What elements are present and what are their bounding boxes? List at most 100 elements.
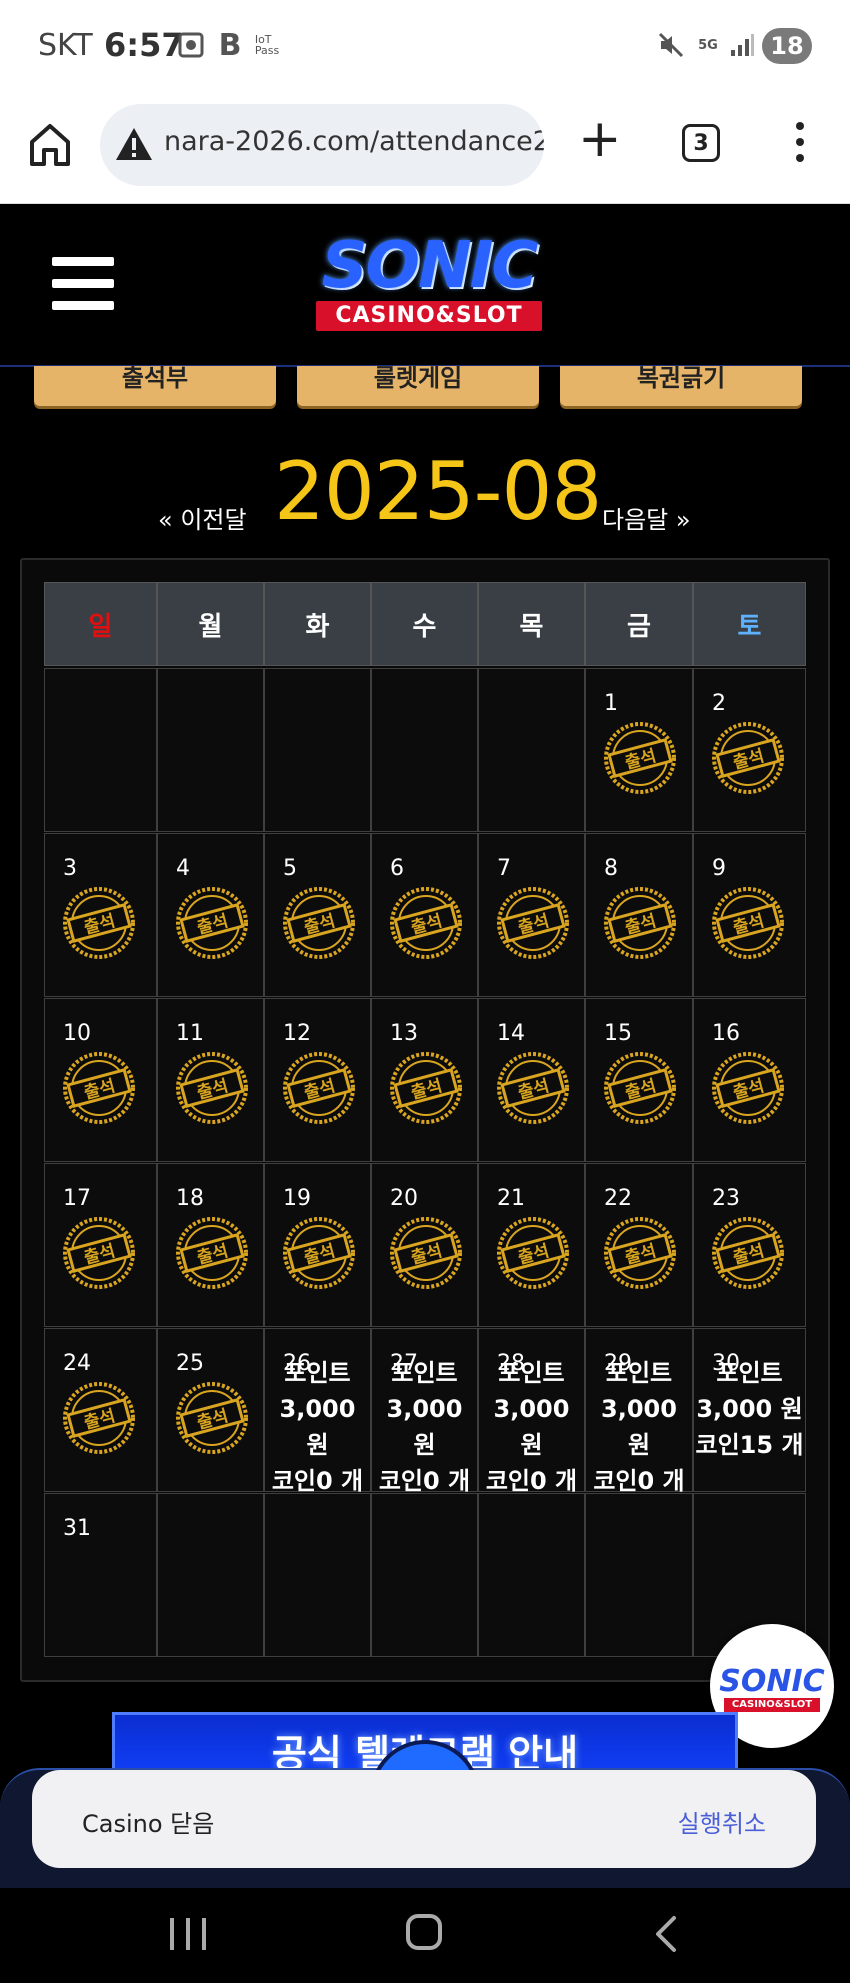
attendance-stamp-icon: 출석 (173, 1214, 251, 1292)
day-number: 24 (63, 1351, 91, 1376)
calendar-day-1[interactable]: 1 출석 (585, 668, 693, 832)
snackbar-message: Casino 닫음 (82, 1810, 215, 1838)
day-number: 21 (497, 1186, 525, 1211)
tab-roulette[interactable]: 룰렛게임 (297, 366, 539, 406)
calendar-day-30[interactable]: 30 포인트 3,000 원 코인15 개 (693, 1328, 806, 1492)
back-icon[interactable] (652, 1914, 678, 1954)
calendar-day-13[interactable]: 13 출석 (371, 998, 478, 1162)
mute-icon (656, 30, 686, 60)
calendar-day-26[interactable]: 26 포인트 3,000 원 코인0 개 (264, 1328, 371, 1495)
attendance-stamp-icon: 출석 (601, 719, 679, 797)
calendar-day-19[interactable]: 19 출석 (264, 1163, 371, 1327)
attendance-stamp-icon: 출석 (494, 1049, 572, 1127)
day-number: 2 (712, 691, 726, 716)
calendar-day-9[interactable]: 9 출석 (693, 833, 806, 997)
address-bar[interactable]: nara-2026.com/attendance2.a (100, 104, 544, 186)
calendar-day-22[interactable]: 22 출석 (585, 1163, 693, 1327)
day-number: 17 (63, 1186, 91, 1211)
calendar-day-4[interactable]: 4 출석 (157, 833, 264, 997)
hamburger-menu-icon[interactable] (52, 257, 114, 311)
home-icon[interactable] (28, 120, 72, 168)
calendar-day-5[interactable]: 5 출석 (264, 833, 371, 997)
logo-sub-text: CASINO&SLOT (316, 301, 542, 331)
day-number: 8 (604, 856, 618, 881)
day-number: 6 (390, 856, 404, 881)
day-number: 12 (283, 1021, 311, 1046)
new-tab-icon[interactable]: + (578, 113, 622, 166)
calendar-day-14[interactable]: 14 출석 (478, 998, 585, 1162)
reward-label: 포인트 (716, 1359, 783, 1387)
day-number: 10 (63, 1021, 91, 1046)
warning-icon[interactable] (114, 126, 154, 162)
network-type-icon: 5G (698, 37, 718, 53)
calendar-day-8[interactable]: 8 출석 (585, 833, 693, 997)
attendance-stamp-icon: 출석 (601, 1214, 679, 1292)
prev-month-link[interactable]: « 이전달 (158, 500, 247, 535)
calendar-day-10[interactable]: 10 출석 (44, 998, 157, 1162)
day-number: 15 (604, 1021, 632, 1046)
attendance-stamp-icon: 출석 (173, 1379, 251, 1457)
calendar-empty-cell (371, 668, 478, 832)
calendar-day-27[interactable]: 27 포인트 3,000 원 코인0 개 (371, 1328, 478, 1495)
tab-switcher-button[interactable]: 3 (682, 124, 720, 162)
calendar-day-12[interactable]: 12 출석 (264, 998, 371, 1162)
recent-apps-icon[interactable] (170, 1918, 206, 1950)
calendar-day-7[interactable]: 7 출석 (478, 833, 585, 997)
calendar-day-2[interactable]: 2 출석 (693, 668, 806, 832)
attendance-stamp-icon: 출석 (60, 884, 138, 962)
home-button-icon[interactable] (406, 1914, 442, 1950)
reward-points: 3,000 원 (601, 1395, 677, 1459)
calendar-day-21[interactable]: 21 출석 (478, 1163, 585, 1327)
undo-button[interactable]: 실행취소 (678, 1804, 766, 1839)
calendar-day-18[interactable]: 18 출석 (157, 1163, 264, 1327)
day-number: 3 (63, 856, 77, 881)
calendar-empty-cell (44, 668, 157, 832)
calendar-day-3[interactable]: 3 출석 (44, 833, 157, 997)
site-logo[interactable]: SONIC CASINO&SLOT (294, 229, 564, 339)
attendance-stamp-icon: 출석 (280, 884, 358, 962)
day-number: 13 (390, 1021, 418, 1046)
day-number: 16 (712, 1021, 740, 1046)
day-number: 11 (176, 1021, 204, 1046)
calendar-day-6[interactable]: 6 출석 (371, 833, 478, 997)
weekday-header: 토 (693, 582, 806, 666)
attendance-stamp-icon: 출석 (280, 1214, 358, 1292)
attendance-stamp-icon: 출석 (387, 1049, 465, 1127)
attendance-stamp-icon: 출석 (60, 1214, 138, 1292)
iot-pass-icon: IoT Pass (254, 33, 280, 57)
logo-main-text: SONIC (321, 229, 539, 303)
url-text[interactable]: nara-2026.com/attendance2.a (164, 126, 544, 157)
day-number: 22 (604, 1186, 632, 1211)
calendar-day-24[interactable]: 24 출석 (44, 1328, 157, 1492)
attendance-stamp-icon: 출석 (280, 1049, 358, 1127)
calendar-day-11[interactable]: 11 출석 (157, 998, 264, 1162)
attendance-stamp-icon: 출석 (709, 1049, 787, 1127)
site-header: SONIC CASINO&SLOT (0, 205, 850, 367)
attendance-stamp-icon: 출석 (601, 884, 679, 962)
calendar-day-23[interactable]: 23 출석 (693, 1163, 806, 1327)
more-menu-icon[interactable] (792, 122, 808, 166)
tab-scratch-lottery[interactable]: 복권긁기 (560, 366, 802, 406)
calendar-day-28[interactable]: 28 포인트 3,000 원 코인0 개 (478, 1328, 585, 1495)
calendar-empty-cell (478, 668, 585, 832)
attendance-stamp-icon: 출석 (60, 1049, 138, 1127)
calendar-empty-cell (157, 668, 264, 832)
calendar-day-20[interactable]: 20 출석 (371, 1163, 478, 1327)
calendar-day-31[interactable]: 31 (44, 1493, 157, 1657)
badge-logo-sub: CASINO&SLOT (724, 1698, 820, 1712)
attendance-stamp-icon: 출석 (173, 1049, 251, 1127)
reward-info: 포인트 3,000 원 코인0 개 (265, 1355, 370, 1499)
month-title: 2025-08 (274, 445, 602, 538)
calendar-day-29[interactable]: 29 포인트 3,000 원 코인0 개 (585, 1328, 693, 1495)
next-month-link[interactable]: 다음달 » (602, 500, 691, 535)
calendar-day-17[interactable]: 17 출석 (44, 1163, 157, 1327)
attendance-stamp-icon: 출석 (494, 1214, 572, 1292)
browser-toolbar: nara-2026.com/attendance2.a + 3 (0, 96, 850, 204)
calendar-day-16[interactable]: 16 출석 (693, 998, 806, 1162)
attendance-stamp-icon: 출석 (709, 719, 787, 797)
calendar-day-25[interactable]: 25 출석 (157, 1328, 264, 1492)
day-number: 18 (176, 1186, 204, 1211)
tab-attendance[interactable]: 출석부 (34, 366, 276, 406)
calendar-day-15[interactable]: 15 출석 (585, 998, 693, 1162)
reward-label: 포인트 (391, 1359, 458, 1387)
